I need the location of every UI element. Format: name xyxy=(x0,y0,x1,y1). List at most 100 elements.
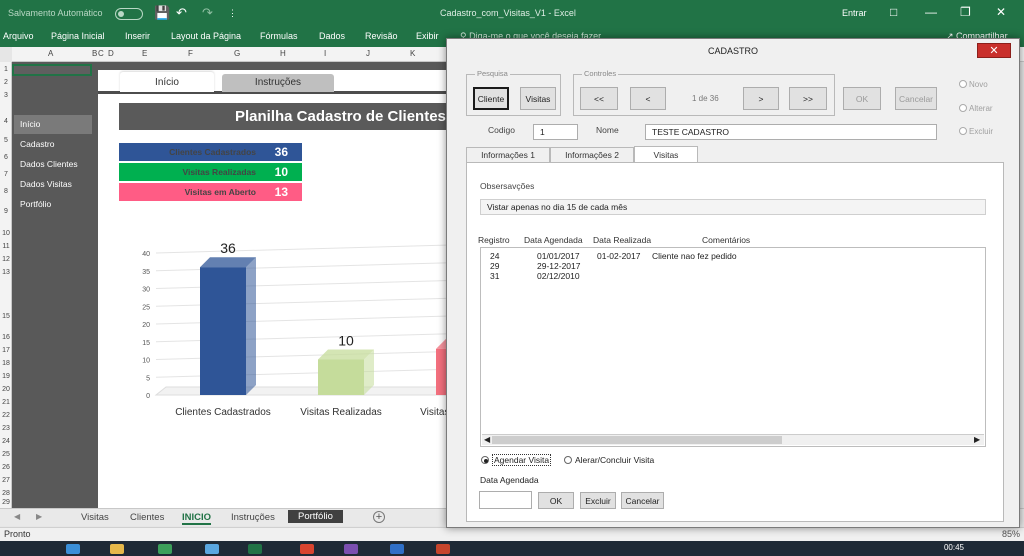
row-header[interactable]: 7 xyxy=(0,171,12,178)
row-header[interactable]: 10 xyxy=(0,230,12,237)
column-header[interactable]: I xyxy=(324,49,326,58)
taskbar-app-icon[interactable] xyxy=(205,544,219,554)
observacoes-field[interactable]: Vistar apenas no dia 15 de cada mês xyxy=(480,199,986,215)
row-header[interactable]: 2 xyxy=(0,79,12,86)
autosave-toggle[interactable] xyxy=(115,8,143,20)
row-header[interactable]: 20 xyxy=(0,386,12,393)
visitas-search-button[interactable]: Visitas xyxy=(520,87,556,110)
column-header[interactable]: K xyxy=(410,49,415,58)
ribbon-display-icon[interactable]: □ xyxy=(890,5,897,19)
selected-cell[interactable] xyxy=(12,64,92,76)
dashboard-tab-instrucoes[interactable]: Instruções xyxy=(222,74,334,92)
mode-excluir-radio[interactable]: Excluir xyxy=(959,127,993,136)
data-excluir-button[interactable]: Excluir xyxy=(580,492,616,509)
column-header[interactable]: A xyxy=(48,49,53,58)
sheet-tab-clientes[interactable]: Clientes xyxy=(130,512,164,523)
row-header[interactable]: 29 xyxy=(0,499,12,506)
redo-icon[interactable]: ↷ xyxy=(202,5,213,21)
sidebar-item-inicio[interactable]: Início xyxy=(14,115,92,134)
scrollbar-thumb[interactable] xyxy=(492,436,782,444)
row-header[interactable]: 11 xyxy=(0,243,12,250)
ok-button-disabled[interactable]: OK xyxy=(843,87,881,110)
ribbon-tab-formulas[interactable]: Fórmulas xyxy=(260,31,298,41)
nome-field[interactable]: TESTE CADASTRO xyxy=(645,124,937,140)
select-all-corner[interactable] xyxy=(0,47,12,62)
sheet-tab-instrucoes[interactable]: Instruções xyxy=(231,512,275,523)
ribbon-tab-revisao[interactable]: Revisão xyxy=(365,31,398,41)
zoom-level[interactable]: 85% xyxy=(1002,529,1020,539)
save-icon[interactable]: 💾 xyxy=(154,5,170,21)
ribbon-tab-layout[interactable]: Layout da Página xyxy=(171,31,241,41)
dialog-close-button[interactable]: ✕ xyxy=(977,43,1011,58)
column-header[interactable]: J xyxy=(366,49,370,58)
taskbar-app-icon[interactable] xyxy=(66,544,80,554)
column-header[interactable]: E xyxy=(142,49,147,58)
cancel-button-disabled[interactable]: Cancelar xyxy=(895,87,937,110)
list-item[interactable]: 29 29-12-2017 xyxy=(481,261,981,271)
codigo-field[interactable]: 1 xyxy=(533,124,578,140)
row-header[interactable]: 28 xyxy=(0,490,12,497)
restore-icon[interactable]: ❐ xyxy=(960,5,971,19)
row-header[interactable]: 3 xyxy=(0,92,12,99)
last-record-button[interactable]: >> xyxy=(789,87,827,110)
mode-alterar-radio[interactable]: Alterar xyxy=(959,104,993,113)
signin-link[interactable]: Entrar xyxy=(842,8,867,18)
first-record-button[interactable]: << xyxy=(580,87,618,110)
sheet-tab-inicio[interactable]: INICIO xyxy=(182,512,212,525)
ribbon-tab-exibir[interactable]: Exibir xyxy=(416,31,439,41)
row-header[interactable]: 1 xyxy=(0,66,12,73)
row-header[interactable]: 16 xyxy=(0,334,12,341)
next-record-button[interactable]: > xyxy=(743,87,779,110)
taskbar-word-icon[interactable] xyxy=(390,544,404,554)
prev-sheet-icon[interactable]: ◀ xyxy=(14,512,20,521)
column-header[interactable]: G xyxy=(234,49,240,58)
column-header[interactable]: C xyxy=(98,49,104,58)
row-header[interactable]: 21 xyxy=(0,399,12,406)
row-header[interactable]: 22 xyxy=(0,412,12,419)
sheet-tab-visitas[interactable]: Visitas xyxy=(81,512,109,523)
listbox-horizontal-scrollbar[interactable]: ◀ ▶ xyxy=(482,434,984,445)
row-header[interactable]: 26 xyxy=(0,464,12,471)
taskbar-chrome-icon[interactable] xyxy=(300,544,314,554)
taskbar-excel-icon[interactable] xyxy=(248,544,262,554)
taskbar-onenote-icon[interactable] xyxy=(344,544,358,554)
row-header[interactable]: 17 xyxy=(0,347,12,354)
row-header[interactable]: 12 xyxy=(0,256,12,263)
add-sheet-icon[interactable]: + xyxy=(373,511,385,523)
row-header[interactable]: 6 xyxy=(0,154,12,161)
tab-informacoes-2[interactable]: Informações 2 xyxy=(550,147,634,162)
list-item[interactable]: 31 02/12/2010 xyxy=(481,271,981,281)
column-header[interactable]: D xyxy=(108,49,114,58)
data-cancelar-button[interactable]: Cancelar xyxy=(621,492,664,509)
data-ok-button[interactable]: OK xyxy=(538,492,574,509)
tab-visitas[interactable]: Visitas xyxy=(634,146,698,162)
visits-bar-chart[interactable]: 0 5 10 15 20 25 30 35 40 36 Clientes Cadastrados 10… xyxy=(130,225,450,425)
visits-listbox[interactable]: 24 01/01/2017 01-02-2017 Cliente nao fez… xyxy=(480,247,986,447)
ribbon-tab-arquivo[interactable]: Arquivo xyxy=(3,31,34,41)
sidebar-item-dados-clientes[interactable]: Dados Clientes xyxy=(14,155,92,174)
sidebar-item-portfolio[interactable]: Portfólio xyxy=(14,195,92,214)
alterar-concluir-radio[interactable]: Alerar/Concluir Visita xyxy=(564,455,654,465)
sidebar-item-cadastro[interactable]: Cadastro xyxy=(14,135,92,154)
dashboard-tab-inicio[interactable]: Início xyxy=(120,72,214,92)
taskbar-app-icon[interactable] xyxy=(158,544,172,554)
row-header[interactable]: 27 xyxy=(0,477,12,484)
tab-informacoes-1[interactable]: Informações 1 xyxy=(466,147,550,162)
row-header[interactable]: 24 xyxy=(0,438,12,445)
row-header[interactable]: 19 xyxy=(0,373,12,380)
scroll-left-icon[interactable]: ◀ xyxy=(484,435,490,444)
taskbar-folder-icon[interactable] xyxy=(110,544,124,554)
column-header[interactable]: F xyxy=(188,49,193,58)
row-header[interactable]: 13 xyxy=(0,269,12,276)
ribbon-tab-pagina-inicial[interactable]: Página Inicial xyxy=(51,31,105,41)
row-header[interactable]: 25 xyxy=(0,451,12,458)
row-header[interactable]: 23 xyxy=(0,425,12,432)
data-agendada-input[interactable] xyxy=(479,491,532,509)
list-item[interactable]: 24 01/01/2017 01-02-2017 Cliente nao fez… xyxy=(481,251,981,261)
column-header[interactable]: H xyxy=(280,49,286,58)
row-header[interactable]: 8 xyxy=(0,188,12,195)
sidebar-item-dados-visitas[interactable]: Dados Visitas xyxy=(14,175,92,194)
row-header[interactable]: 4 xyxy=(0,118,12,125)
row-header[interactable]: 15 xyxy=(0,313,12,320)
row-header[interactable]: 5 xyxy=(0,137,12,144)
